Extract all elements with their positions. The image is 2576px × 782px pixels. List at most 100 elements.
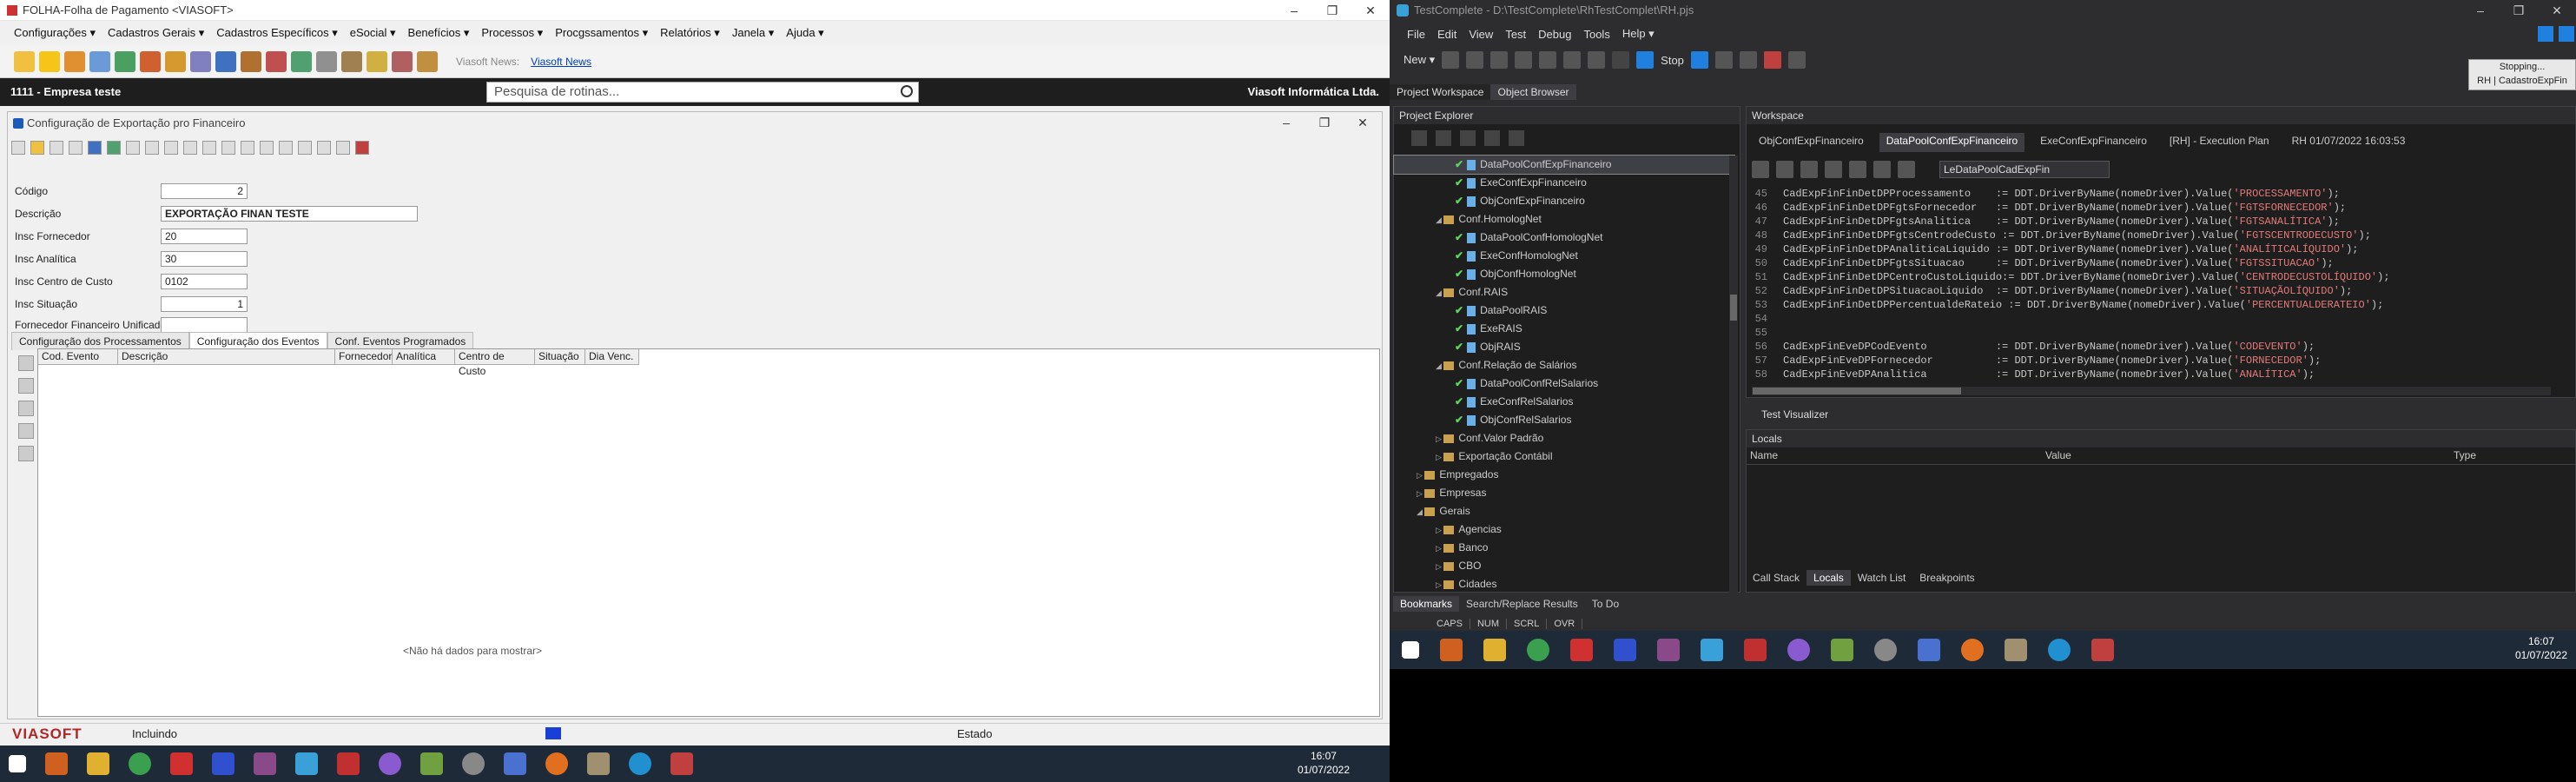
next-icon[interactable]: [183, 141, 197, 155]
menu-item-0[interactable]: Configurações ▾: [14, 26, 96, 40]
stop-icon[interactable]: [1636, 51, 1655, 69]
menu-item-9[interactable]: Ajuda ▾: [786, 26, 823, 40]
check-icon[interactable]: ✔: [1455, 341, 1463, 353]
saveall-icon[interactable]: [1490, 51, 1509, 69]
code-editor[interactable]: 45 CadExpFinFinDetDPProcessamento := DDT.…: [1747, 187, 2554, 381]
field-input-5[interactable]: 1: [161, 296, 248, 312]
grid-add-icon[interactable]: [18, 355, 34, 371]
check-icon[interactable]: ✔: [1455, 304, 1463, 316]
save-icon[interactable]: [1466, 51, 1484, 69]
grid-col-1[interactable]: Descrição: [118, 349, 335, 364]
bottom-tab-1[interactable]: Search/Replace Results: [1459, 596, 1585, 612]
tree-item[interactable]: ▷ Empregados: [1394, 466, 1734, 484]
save-icon[interactable]: [88, 141, 102, 155]
runner-stop-icon[interactable]: [2559, 26, 2574, 42]
check-icon[interactable]: ✔: [1455, 176, 1463, 189]
app-icon-1[interactable]: [45, 752, 68, 775]
debug-tab-1[interactable]: Locals: [1807, 570, 1851, 586]
grid-col-3[interactable]: Analítica: [393, 349, 455, 364]
tree-item[interactable]: ◢ Conf.RAIS: [1394, 283, 1734, 302]
print-icon[interactable]: [298, 141, 312, 155]
open-icon[interactable]: [1442, 51, 1460, 69]
close-icon[interactable]: ✕: [1351, 0, 1390, 21]
tc-menu-item-6[interactable]: Help ▾: [1622, 27, 1655, 41]
tc-menu-item-2[interactable]: View: [1469, 28, 1493, 41]
ws-tab-0[interactable]: ObjConfExpFinanceiro: [1752, 133, 1871, 152]
tree-item[interactable]: ✔ DataPoolConfHomologNet: [1394, 229, 1734, 247]
field-input-4[interactable]: 0102: [161, 274, 248, 289]
check-icon[interactable]: ✔: [1455, 195, 1463, 207]
grid-undo-icon[interactable]: [18, 423, 34, 439]
notes-icon[interactable]: [1831, 639, 1853, 661]
chrome-icon[interactable]: [129, 752, 151, 775]
bug-icon[interactable]: [1763, 51, 1781, 69]
tree-item[interactable]: ✔ ExeConfHomologNet: [1394, 247, 1734, 265]
tree-expander-icon[interactable]: ▷: [1436, 580, 1443, 589]
calc-icon[interactable]: [190, 50, 211, 72]
notes-icon[interactable]: [420, 752, 443, 775]
check-icon[interactable]: ✔: [1455, 395, 1463, 408]
testcomplete-icon[interactable]: [1701, 639, 1723, 661]
menu-item-5[interactable]: Processos ▾: [481, 26, 543, 40]
settings-icon[interactable]: [316, 50, 337, 72]
firefox-icon[interactable]: [545, 752, 568, 775]
undo-icon[interactable]: [107, 141, 121, 155]
grid-search-icon[interactable]: [18, 378, 34, 394]
grid-col-0[interactable]: Cod. Evento: [38, 349, 118, 364]
pe-remove-icon[interactable]: [1436, 130, 1451, 146]
tc-menu-item-0[interactable]: File: [1407, 28, 1425, 41]
paste-icon[interactable]: [336, 141, 350, 155]
explorer-icon[interactable]: [1483, 639, 1506, 661]
grid-col-2[interactable]: Fornecedor: [335, 349, 393, 364]
grid-delete-icon[interactable]: [18, 446, 34, 461]
tc-minimize-icon[interactable]: –: [2461, 0, 2500, 21]
tree-item[interactable]: ◢ Gerais: [1394, 502, 1734, 520]
search-routines-input[interactable]: Pesquisa de rotinas...: [486, 82, 919, 103]
ed-icon-3[interactable]: [1800, 161, 1818, 178]
grid-col-5[interactable]: Situação: [535, 349, 585, 364]
tree-item[interactable]: ✔ DataPoolRAIS: [1394, 302, 1734, 320]
check-icon[interactable]: ✔: [1455, 414, 1463, 426]
tc-menu-item-1[interactable]: Edit: [1437, 28, 1456, 41]
tools-icon[interactable]: [341, 50, 362, 72]
debug-tab-0[interactable]: Call Stack: [1746, 570, 1807, 586]
tree-expander-icon[interactable]: ▷: [1436, 562, 1443, 571]
bottom-tab-0[interactable]: Bookmarks: [1393, 596, 1460, 612]
menu-item-8[interactable]: Janela ▾: [732, 26, 774, 40]
home-icon[interactable]: [140, 50, 161, 72]
ed-icon-4[interactable]: [1825, 161, 1842, 178]
ws-tab-1[interactable]: DataPoolConfExpFinanceiro: [1879, 133, 2025, 152]
wallet-icon[interactable]: [165, 50, 186, 72]
tree-item[interactable]: ✔ ObjConfExpFinanceiro: [1394, 192, 1734, 210]
tree-item[interactable]: ✔ ObjConfRelSalarios: [1394, 411, 1734, 429]
vivaldi-icon[interactable]: [170, 752, 193, 775]
form-tab-0[interactable]: Configuração dos Processamentos: [11, 331, 189, 350]
app-icon-2[interactable]: [337, 752, 360, 775]
chrome-icon[interactable]: [1527, 639, 1549, 661]
tree-item[interactable]: ▷ Conf.Valor Padrão: [1394, 429, 1734, 447]
tree-item[interactable]: ✔ ObjConfHomologNet: [1394, 265, 1734, 283]
menu-item-1[interactable]: Cadastros Gerais ▾: [108, 26, 204, 40]
field-input-2[interactable]: 20: [161, 229, 248, 244]
users-icon[interactable]: [115, 50, 135, 72]
field-input-0[interactable]: 2: [161, 183, 248, 199]
refresh-icon[interactable]: [291, 50, 312, 72]
restore-icon[interactable]: ❐: [1313, 0, 1351, 21]
locals-col-2[interactable]: Type: [2450, 449, 2572, 464]
tree-expander-icon[interactable]: ▷: [1417, 471, 1424, 480]
tree-item[interactable]: ▷ Agencias: [1394, 520, 1734, 539]
prev-icon[interactable]: [164, 141, 178, 155]
tree-expander-icon[interactable]: ▷: [1417, 489, 1424, 498]
menu-item-4[interactable]: Benefícios ▾: [408, 26, 470, 40]
tree-expander-icon[interactable]: ▷: [1436, 544, 1443, 553]
ed-icon-7[interactable]: [1898, 161, 1915, 178]
debug-tab-3[interactable]: Breakpoints: [1912, 570, 1981, 586]
tree-expander-icon[interactable]: ◢: [1436, 361, 1443, 370]
refresh-icon[interactable]: [221, 141, 235, 155]
tree-expander-icon[interactable]: ▷: [1436, 453, 1443, 461]
filter-clear-icon[interactable]: [260, 141, 274, 155]
dial-icon[interactable]: [462, 752, 485, 775]
ed-icon-1[interactable]: [1752, 161, 1769, 178]
windows-start-icon[interactable]: [9, 755, 26, 772]
dial-icon[interactable]: [1874, 639, 1897, 661]
